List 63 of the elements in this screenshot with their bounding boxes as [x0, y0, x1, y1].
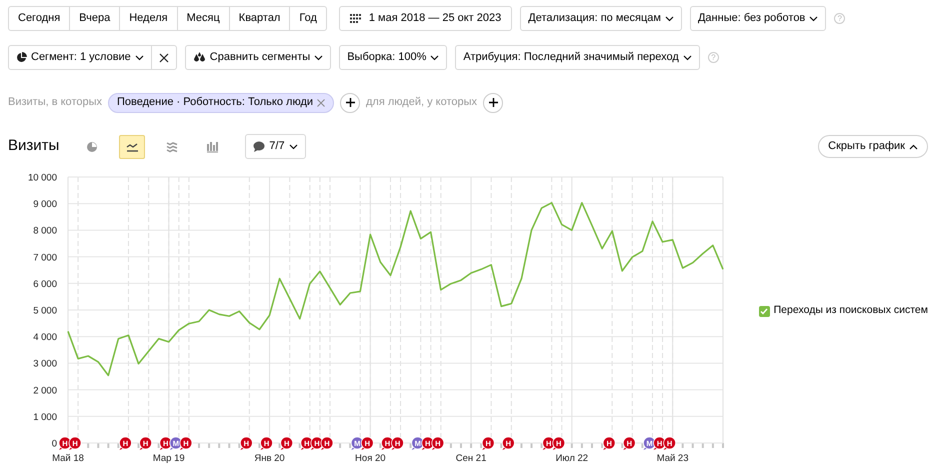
period-tab[interactable]: Месяц: [176, 6, 230, 31]
filter-chip[interactable]: Поведение · Роботность: Только люди: [108, 92, 334, 112]
report-title: Визиты: [8, 136, 60, 156]
legend-item[interactable]: Переходы из поисковых систем: [758, 303, 928, 319]
period-tab[interactable]: Год: [289, 6, 327, 31]
x-axis-label: Мар 19: [152, 453, 185, 464]
filter-label: Визиты, в которых: [8, 95, 102, 110]
drops-icon: [192, 52, 206, 63]
notes-button[interactable]: 7/7: [245, 134, 306, 159]
x-axis-label: Янв 20: [254, 453, 285, 464]
y-axis-label: 10 000: [28, 172, 57, 184]
period-tab[interactable]: Сегодня: [8, 6, 70, 31]
chart-type-button[interactable]: [119, 134, 146, 158]
y-axis-label: 1 000: [33, 412, 57, 423]
compare-dropdown[interactable]: Сравнить сегменты: [184, 45, 332, 70]
period-tab[interactable]: Вчера: [69, 6, 120, 31]
plus-icon: [346, 98, 355, 107]
data-dropdown[interactable]: Данные: без роботов: [690, 6, 826, 31]
caret-icon: [682, 54, 692, 60]
y-axis-label: 3 000: [33, 358, 57, 370]
y-axis-label: 8 000: [33, 226, 57, 237]
x-axis-label: Ноя 20: [355, 453, 386, 464]
y-axis-label: 7 000: [33, 252, 57, 264]
line-chart-icon: [126, 140, 139, 152]
pie-chart-icon: [16, 52, 27, 63]
x-axis-label: Июл 22: [556, 453, 588, 464]
y-axis-label: 6 000: [33, 278, 57, 290]
period-tab[interactable]: Неделя: [119, 6, 178, 31]
y-axis-label: 4 000: [33, 332, 57, 344]
x-axis-label: Сен 21: [456, 453, 486, 464]
x-axis-label: Май 18: [52, 453, 84, 464]
y-axis-label: 5 000: [33, 306, 57, 316]
close-icon: [158, 52, 169, 62]
close-button[interactable]: [150, 45, 177, 70]
caret-icon: [430, 54, 440, 60]
add-condition-button[interactable]: [483, 92, 504, 112]
add-condition-button[interactable]: [340, 92, 360, 112]
y-axis-label: 0: [52, 438, 57, 450]
legend-checkbox[interactable]: [758, 306, 770, 316]
bar-chart-icon: [206, 140, 219, 152]
calendar-grid-icon: [350, 14, 361, 23]
close-icon[interactable]: [317, 98, 326, 106]
sample-dropdown[interactable]: Выборка: 100%: [339, 45, 448, 70]
detail-dropdown[interactable]: Детализация: по месяцам: [520, 6, 682, 31]
caret-icon: [288, 144, 298, 150]
caret-icon: [664, 16, 674, 22]
period-tab[interactable]: Квартал: [228, 6, 290, 31]
y-axis-label: 2 000: [33, 385, 57, 396]
stacked-area-icon: [166, 140, 179, 152]
caret-icon: [314, 54, 324, 60]
caret-icon: [134, 54, 144, 60]
caret-icon: [809, 16, 818, 22]
date-range-button[interactable]: 1 мая 2018 — 25 окт 2023: [338, 6, 512, 31]
pie-chart-icon: [86, 140, 99, 152]
attribution-dropdown[interactable]: Атрибуция: Последний значимый переход: [455, 45, 700, 70]
filter-label: для людей, у которых: [366, 95, 478, 110]
x-axis-label: Май 23: [656, 453, 689, 464]
y-axis-label: 9 000: [33, 199, 57, 210]
caret-up-icon: [909, 144, 918, 150]
speech-bubble-icon: [253, 141, 266, 152]
hide-chart-button[interactable]: Скрыть график: [818, 135, 928, 158]
segment-dropdown[interactable]: Сегмент: 1 условие: [8, 45, 152, 70]
plus-icon: [488, 98, 498, 107]
